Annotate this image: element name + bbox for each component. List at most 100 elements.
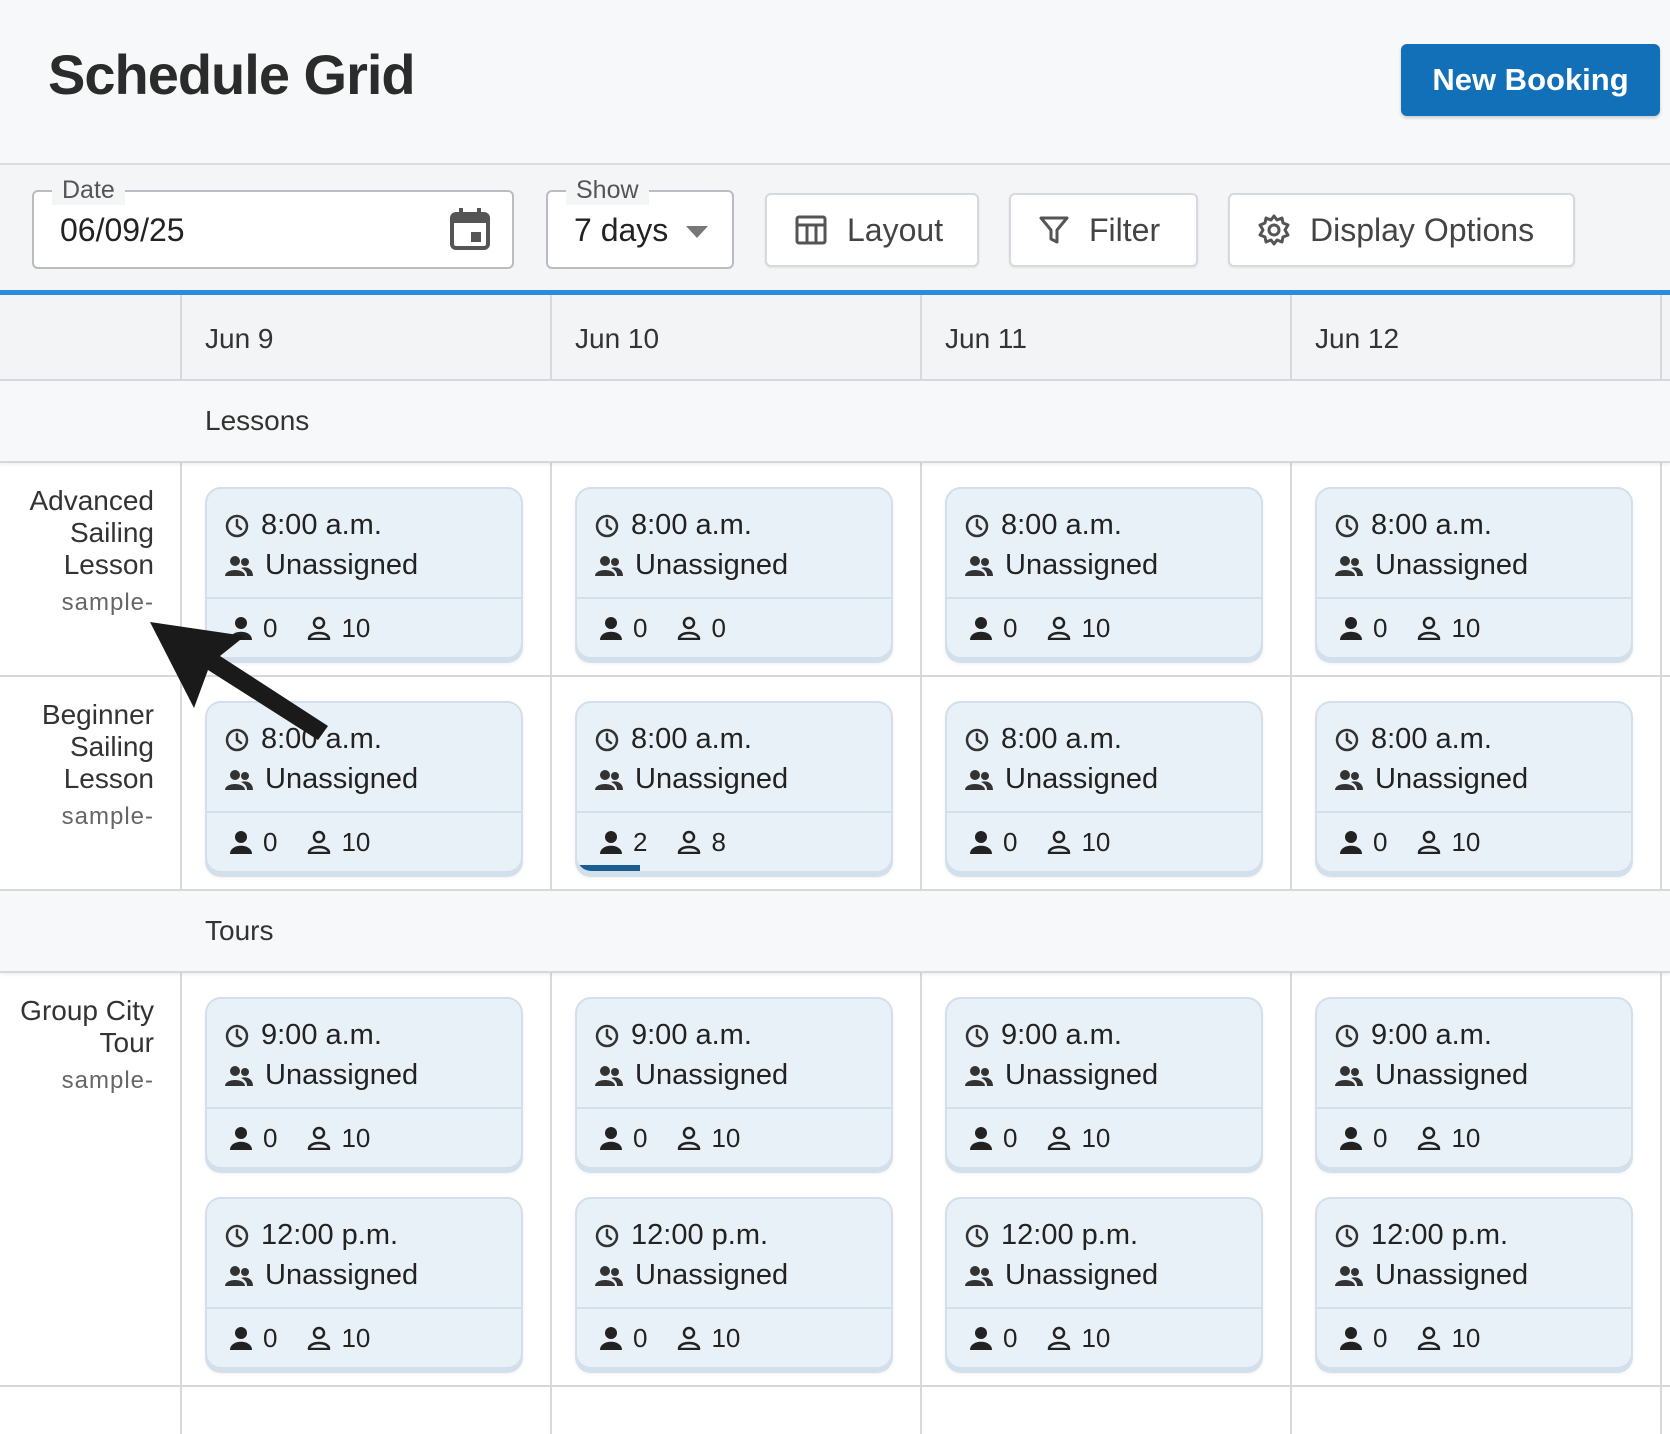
booked-count: 0	[1339, 1323, 1387, 1354]
booked-count-value: 0	[633, 1322, 648, 1353]
slot-time: 12:00 p.m.	[595, 1219, 768, 1252]
group-icon	[225, 555, 253, 576]
available-count-value: 10	[1081, 1122, 1111, 1153]
booked-count-value: 0	[263, 1322, 278, 1353]
schedule-slot-card[interactable]: 8:00 a.m. Unassigned 0 0	[575, 487, 893, 659]
show-range-select[interactable]: Show 7 days	[546, 175, 734, 269]
toolbar: Date 06/09/25 Show 7 days Layout Filter	[0, 165, 1670, 295]
product-code: sample-	[61, 589, 154, 616]
slot-time-text: 8:00 a.m.	[1001, 509, 1122, 541]
booked-person-icon	[1340, 1327, 1362, 1350]
available-count: 8	[677, 827, 726, 858]
booked-count: 0	[969, 1323, 1017, 1354]
slot-capacity: 0 10	[1317, 1307, 1631, 1367]
mouse-pointer-icon	[150, 622, 328, 740]
available-count: 10	[307, 1323, 370, 1354]
date-column-header: Jun 9	[205, 323, 274, 354]
clock-icon	[225, 1224, 249, 1247]
product-name: Group City Tour	[20, 995, 154, 1058]
filter-button[interactable]: Filter	[1009, 193, 1198, 267]
slot-assignee-text: Unassigned	[1005, 1059, 1159, 1091]
booked-count: 0	[599, 613, 647, 644]
slot-assignee: Unassigned	[1335, 549, 1528, 582]
schedule-slot-card[interactable]: 8:00 a.m. Unassigned 2 8	[575, 701, 893, 873]
clock-icon	[225, 1024, 249, 1047]
display-options-button-label: Display Options	[1310, 211, 1535, 248]
schedule-slot-card[interactable]: 8:00 a.m. Unassigned 0 10	[945, 487, 1263, 659]
layout-button[interactable]: Layout	[765, 193, 979, 267]
schedule-slot-card[interactable]: 9:00 a.m. Unassigned 0 10	[575, 997, 893, 1169]
available-person-icon	[678, 1126, 701, 1150]
clock-icon	[1335, 1024, 1359, 1047]
slot-time-text: 12:00 p.m.	[631, 1219, 769, 1251]
available-person-icon	[678, 616, 701, 640]
available-count: 10	[1047, 827, 1110, 858]
slot-assignee-text: Unassigned	[1005, 1259, 1159, 1291]
slot-time-text: 8:00 a.m.	[631, 509, 752, 541]
booked-count: 0	[1339, 613, 1387, 644]
clock-icon	[225, 514, 249, 537]
schedule-slot-card[interactable]: 12:00 p.m. Unassigned 0 10	[1315, 1197, 1633, 1369]
display-options-button[interactable]: Display Options	[1228, 193, 1575, 267]
schedule-slot-card[interactable]: 8:00 a.m. Unassigned 0 10	[1315, 487, 1633, 659]
available-count: 10	[1417, 827, 1480, 858]
booked-count-value: 0	[633, 1122, 648, 1153]
slot-time-text: 8:00 a.m.	[261, 509, 382, 541]
schedule-slot-card[interactable]: 9:00 a.m. Unassigned 0 10	[945, 997, 1263, 1169]
group-icon	[595, 1265, 623, 1286]
slot-capacity: 0 10	[1317, 1107, 1631, 1167]
clock-icon	[965, 514, 989, 537]
booked-person-icon	[600, 1327, 622, 1350]
schedule-slot-card[interactable]: 12:00 p.m. Unassigned 0 10	[575, 1197, 893, 1369]
group-icon	[595, 555, 623, 576]
schedule-slot-card[interactable]: 12:00 p.m. Unassigned 0 10	[945, 1197, 1263, 1369]
group-icon	[965, 769, 993, 790]
schedule-grid: Jun 9 Jun 10 Jun 11 Jun 12 Lessons Advanced …	[0, 295, 1670, 1434]
slot-time: 9:00 a.m.	[965, 1019, 1122, 1052]
slot-time: 12:00 p.m.	[225, 1219, 398, 1252]
available-person-icon	[1418, 830, 1441, 854]
calendar-icon[interactable]	[450, 208, 490, 250]
slot-time-text: 12:00 p.m.	[261, 1219, 399, 1251]
slot-assignee: Unassigned	[595, 1259, 788, 1292]
slot-time: 8:00 a.m.	[595, 509, 752, 542]
date-field-value: 06/09/25	[60, 212, 185, 248]
slot-assignee-text: Unassigned	[265, 549, 419, 581]
available-count-value: 10	[1451, 1322, 1481, 1353]
group-icon	[965, 555, 993, 576]
slot-assignee-text: Unassigned	[635, 549, 789, 581]
schedule-slot-card[interactable]: 9:00 a.m. Unassigned 0 10	[205, 997, 523, 1169]
slot-assignee: Unassigned	[1335, 763, 1528, 796]
clock-icon	[595, 728, 619, 751]
available-count-value: 10	[341, 1322, 371, 1353]
booked-person-icon	[970, 831, 992, 854]
schedule-slot-card[interactable]: 8:00 a.m. Unassigned 0 10	[1315, 701, 1633, 873]
booked-count-value: 0	[263, 826, 278, 857]
clock-icon	[1335, 1224, 1359, 1247]
date-header-row: Jun 9 Jun 10 Jun 11 Jun 12	[0, 295, 1670, 381]
schedule-slot-card[interactable]: 8:00 a.m. Unassigned 0 10	[945, 701, 1263, 873]
slot-assignee-text: Unassigned	[1375, 1059, 1529, 1091]
product-code: sample-	[61, 1067, 154, 1094]
available-count-value: 10	[1451, 1122, 1481, 1153]
date-field[interactable]: Date 06/09/25	[32, 175, 514, 269]
slot-assignee: Unassigned	[225, 763, 418, 796]
schedule-slot-card[interactable]: 9:00 a.m. Unassigned 0 10	[1315, 997, 1633, 1169]
slot-assignee-text: Unassigned	[1375, 1259, 1529, 1291]
new-booking-button[interactable]: New Booking	[1401, 44, 1660, 116]
booked-person-icon	[230, 831, 252, 854]
booked-person-icon	[1340, 1127, 1362, 1150]
slot-assignee: Unassigned	[1335, 1059, 1528, 1092]
column-divider	[920, 295, 922, 1434]
available-count-value: 10	[1081, 826, 1111, 857]
available-count-value: 10	[1081, 1322, 1111, 1353]
slot-capacity: 0 10	[207, 1107, 521, 1167]
slot-assignee-text: Unassigned	[265, 763, 419, 795]
schedule-slot-card[interactable]: 12:00 p.m. Unassigned 0 10	[205, 1197, 523, 1369]
slot-time: 8:00 a.m.	[1335, 723, 1492, 756]
show-field-label: Show	[566, 175, 649, 205]
slot-assignee: Unassigned	[965, 1259, 1158, 1292]
column-divider	[550, 295, 552, 1434]
available-count-value: 10	[711, 1122, 741, 1153]
filter-button-label: Filter	[1089, 211, 1161, 248]
